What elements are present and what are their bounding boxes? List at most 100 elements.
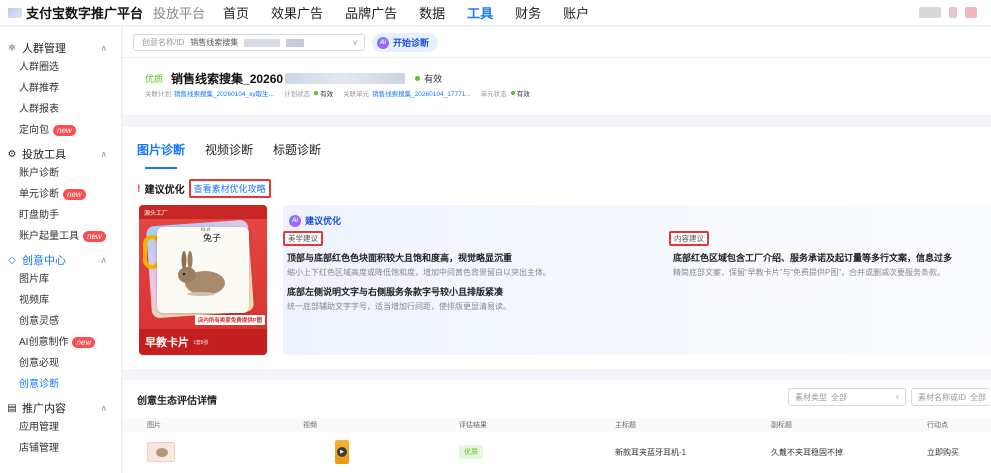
sidebar-item-crowd-report[interactable]: 人群报表 (0, 99, 121, 120)
creative-status: 有效 (424, 74, 443, 84)
crowd-icon: ⚛ (7, 42, 17, 54)
ai-icon: Ai (289, 214, 301, 227)
account-name-redacted[interactable] (919, 7, 941, 18)
sidebar-item-ai-creative[interactable]: AI创意制作 new (0, 332, 121, 353)
material-image-thumbnail[interactable] (147, 442, 175, 462)
sub-title-cell: 久戴不夹耳稳固不掉 (771, 447, 843, 457)
creative-header: 优质 销售线索搜集_20260 有效 (145, 70, 442, 87)
sidebar-item-label: AI创意制作 (19, 337, 69, 348)
top-nav-menu: 首页 效果广告 品牌广告 数据 工具 财务 账户 (223, 3, 611, 22)
ai-icon: Ai (377, 36, 389, 49)
material-video-thumbnail[interactable]: ▶ (335, 440, 349, 464)
suggestion-title: 顶部与底部红色色块面积较大且饱和度高，视觉略显沉重 (287, 253, 513, 263)
thumbnail-top-banner: 源头工厂 (139, 205, 267, 219)
sidebar-item-creative-must[interactable]: 创意必现 (0, 353, 121, 374)
unit-link[interactable]: 销售线索搜集_20260104_17771... (372, 88, 471, 98)
account-badge[interactable] (965, 7, 977, 18)
chevron-down-icon: ∨ (352, 38, 358, 47)
optimization-guide-link[interactable]: 查看素材优化攻略 (188, 179, 271, 198)
column-header: 行动点 (927, 422, 948, 429)
unit-label: 关联单元 (343, 91, 370, 98)
sidebar: ⚛ 人群管理 ∧ 人群圈选 人群推荐 人群报表 定向包 new ⚙ 投放工具 ∧ … (0, 27, 122, 473)
chevron-down-icon: ∨ (894, 394, 900, 401)
tab-image-diagnosis[interactable]: 图片诊断 (137, 141, 185, 169)
sidebar-item-video-library[interactable]: 视频库 (0, 290, 121, 311)
sidebar-item-crowd-recommend[interactable]: 人群推荐 (0, 78, 121, 99)
table-row[interactable]: ▶ 优质 新款耳夹蓝牙耳机-1 久戴不夹耳稳固不掉 立即购买 (123, 437, 991, 467)
nav-tools[interactable]: 工具 (467, 3, 493, 22)
suggestion-desc: 缩小上下红色区域高度或降低饱和度，增加中间黄色背景留白以突出主体。 (287, 268, 551, 277)
sidebar-group-content[interactable]: ▤ 推广内容 ∧ (0, 399, 121, 417)
sidebar-item-monitor-assistant[interactable]: 盯盘助手 (0, 205, 121, 226)
column-header: 主标题 (615, 422, 636, 429)
sidebar-item-label: 人群推荐 (19, 83, 59, 94)
filter-bar: 创意名称/ID 销售线索搜集 ∨ Ai 开始诊断 (123, 27, 991, 57)
suggest-row: ! 建议优化 查看素材优化攻略 (137, 179, 271, 198)
material-type-value: 全部 (831, 392, 847, 402)
sidebar-item-ramp-up-tool[interactable]: 账户起量工具 new (0, 226, 121, 247)
creative-select[interactable]: 创意名称/ID 销售线索搜集 ∨ (133, 34, 365, 51)
sidebar-item-unit-diagnosis[interactable]: 单元诊断 new (0, 184, 121, 205)
plan-link[interactable]: 销售线索搜集_20260104_xy取生... (174, 88, 274, 98)
creative-icon: ◇ (8, 254, 16, 266)
chevron-up-icon: ∧ (100, 148, 107, 159)
sidebar-item-shop-manage[interactable]: 店铺管理 (0, 438, 121, 459)
nav-finance[interactable]: 财务 (515, 3, 541, 22)
suggestion-desc: 统一底部辅助文字字号，适当增加行间距，使排版更显清易读。 (287, 302, 511, 311)
start-diagnosis-button[interactable]: Ai 开始诊断 (372, 33, 439, 52)
nav-data[interactable]: 数据 (419, 3, 445, 22)
main-title-cell: 新款耳夹蓝牙耳机-1 (615, 447, 687, 457)
column-header: 副标题 (771, 422, 792, 429)
material-name-search[interactable]: 素材名称或ID 全部 (911, 388, 991, 406)
redacted-text (286, 38, 305, 47)
sidebar-group-crowd[interactable]: ⚛ 人群管理 ∧ (0, 39, 121, 57)
tab-title-diagnosis[interactable]: 标题诊断 (273, 141, 321, 167)
flashcard-word: 兔子 (203, 233, 222, 243)
creative-select-label: 创意名称/ID (142, 38, 185, 47)
top-navigation-bar: 支付宝数字推广平台 投放平台 首页 效果广告 品牌广告 数据 工具 财务 账户 (0, 0, 991, 26)
sidebar-item-label: 视频库 (19, 295, 49, 306)
tab-video-diagnosis[interactable]: 视频诊断 (205, 141, 253, 167)
sidebar-item-app-manage[interactable]: 应用管理 (0, 417, 121, 438)
nav-performance-ads[interactable]: 效果广告 (271, 3, 323, 22)
ai-suggestion-title: 建议优化 (305, 216, 342, 226)
sidebar-item-label: 人群圈选 (19, 62, 59, 73)
creative-thumbnail[interactable]: 源头工厂 tù zi 兔子 店内所有卖家免费提供P图 早教卡片 1套8张 (139, 205, 267, 355)
play-icon[interactable]: ▶ (337, 447, 347, 457)
content-tag: 内容建议 (669, 231, 709, 246)
new-badge: new (53, 125, 76, 136)
evaluation-table-header: 图片 视频 评估结果 主标题 副标题 行动点 (123, 418, 991, 432)
action-cell: 立即购买 (927, 447, 959, 457)
suggestion-title: 底部红色区域包含工厂介绍、服务承诺及起订量等多行文案，信息过多 (673, 253, 953, 263)
chevron-up-icon: ∧ (100, 42, 107, 53)
thumbnail-bottom-banner: 早教卡片 1套8张 (139, 329, 267, 355)
sidebar-item-targeting-pack[interactable]: 定向包 new (0, 120, 121, 141)
flashcard-front: tù zi 兔子 (157, 227, 249, 313)
sidebar-item-crowd-select[interactable]: 人群圈选 (0, 57, 121, 78)
creative-select-value: 销售线索搜集 (190, 38, 239, 47)
creative-name: 销售线索搜集_20260 (171, 72, 284, 86)
thumbnail-promo-strip: 店内所有卖家免费提供P图 (195, 315, 265, 325)
sidebar-item-creative-diagnosis[interactable]: 创意诊断 (0, 374, 121, 395)
sidebar-item-image-library[interactable]: 图片库 (0, 269, 121, 290)
nav-home[interactable]: 首页 (223, 3, 249, 22)
material-type-label: 素材类型 (795, 392, 827, 402)
sub-brand[interactable]: 投放平台 (153, 3, 205, 22)
sidebar-group-creative[interactable]: ◇ 创意中心 ∧ (0, 251, 121, 269)
thumbnail-bottom-text: 早教卡片 (145, 337, 189, 349)
user-area[interactable] (919, 7, 977, 18)
sidebar-item-label: 单元诊断 (19, 189, 59, 200)
evaluation-result-badge: 优质 (459, 445, 483, 459)
sidebar-item-label: 人群报表 (19, 104, 59, 115)
sidebar-group-tools[interactable]: ⚙ 投放工具 ∧ (0, 145, 121, 163)
chevron-up-icon: ∧ (100, 254, 107, 265)
nav-account[interactable]: 账户 (563, 3, 589, 22)
nav-brand-ads[interactable]: 品牌广告 (345, 3, 397, 22)
column-header: 图片 (147, 422, 161, 429)
sidebar-item-creative-inspiration[interactable]: 创意灵感 (0, 311, 121, 332)
avatar[interactable] (949, 7, 957, 18)
material-type-select[interactable]: 素材类型 全部 ∨ (788, 388, 906, 406)
unit-status: 有效 (516, 91, 530, 98)
plan-status: 有效 (320, 91, 334, 98)
sidebar-item-account-diagnosis[interactable]: 账户诊断 (0, 163, 121, 184)
